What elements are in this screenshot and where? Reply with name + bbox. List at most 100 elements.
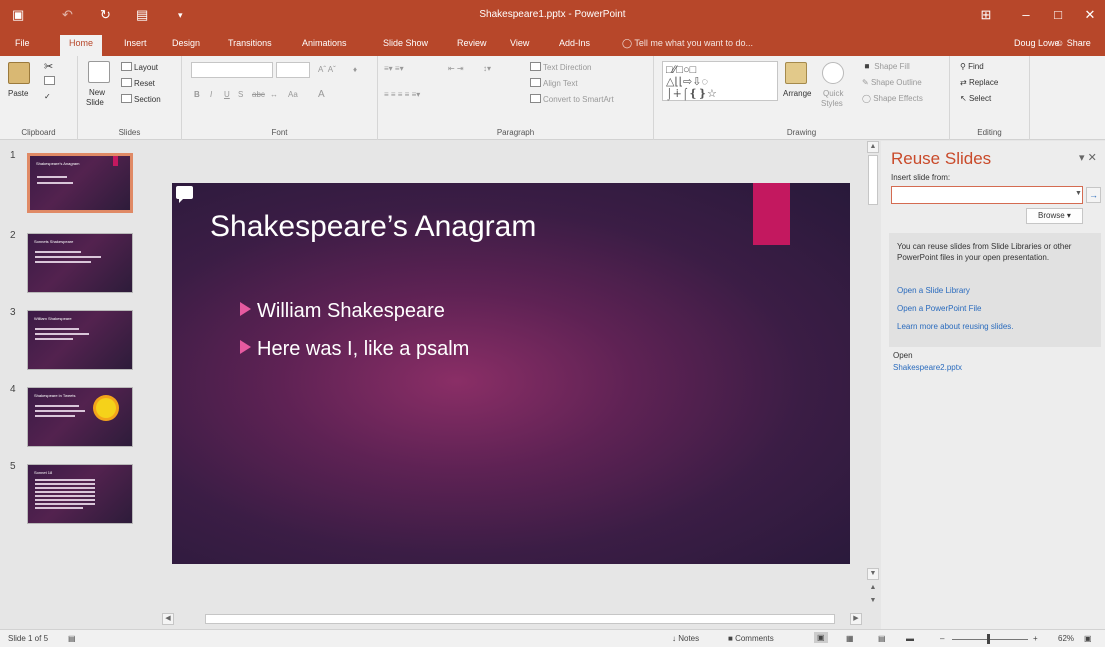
comment-icon[interactable] (176, 186, 193, 203)
strikethrough-button[interactable]: abc (252, 90, 265, 99)
convert-smartart-button[interactable]: Convert to SmartArt (530, 94, 614, 104)
align-left-icon[interactable]: ≡ ≡ ≡ ≡ ≡▾ (384, 90, 420, 99)
vertical-scrollbar[interactable]: ▲ ▼ ▲ ▼ (866, 141, 880, 611)
open-slide-library-link[interactable]: Open a Slide Library (897, 286, 970, 295)
tab-animations[interactable]: Animations (302, 38, 347, 48)
text-direction-button[interactable]: Text Direction (530, 62, 591, 72)
align-text-button[interactable]: Align Text (530, 78, 578, 88)
normal-view-icon[interactable]: ▣ (814, 632, 828, 643)
underline-button[interactable]: U (224, 90, 230, 99)
slide-thumbnail-3[interactable]: William Shakespeare (27, 310, 133, 370)
comments-button[interactable]: ■ Comments (728, 634, 774, 643)
fit-to-window-icon[interactable]: ▣ (1084, 634, 1092, 643)
paste-icon[interactable] (8, 62, 30, 84)
open-file-link[interactable]: Shakespeare2.pptx (893, 363, 962, 372)
shapes-gallery[interactable]: □∕∕□○□ △⌊⌊⇨⇩◌ ⌡∔⌠❴❵☆ (662, 61, 778, 101)
tell-me-search[interactable]: ◯ Tell me what you want to do... (622, 38, 753, 49)
shape-fill-button[interactable]: ◾ Shape Fill (862, 62, 910, 71)
share-button[interactable]: ☺ Share (1055, 38, 1091, 48)
zoom-in-button[interactable]: + (1033, 634, 1038, 643)
tab-review[interactable]: Review (457, 38, 487, 48)
tab-home[interactable]: Home (60, 35, 103, 56)
tab-view[interactable]: View (510, 38, 529, 48)
new-slide-icon[interactable] (88, 61, 110, 83)
font-size-combobox[interactable] (276, 62, 310, 78)
font-name-combobox[interactable] (191, 62, 273, 78)
browse-button[interactable]: Browse ▾ (1026, 208, 1083, 224)
arrange-icon[interactable] (785, 62, 807, 84)
line-spacing-icon[interactable]: ↕▾ (483, 64, 491, 73)
slide-show-icon[interactable]: ▬ (906, 634, 914, 643)
zoom-slider[interactable] (952, 639, 1028, 640)
open-powerpoint-file-link[interactable]: Open a PowerPoint File (897, 304, 982, 313)
format-painter-icon[interactable]: ✓ (44, 92, 51, 101)
font-color-button[interactable]: A (318, 89, 325, 100)
previous-slide-icon[interactable]: ▲ (867, 583, 879, 595)
new-slide-button[interactable]: New (89, 88, 105, 97)
vertical-scroll-thumb[interactable] (868, 155, 878, 205)
close-button[interactable]: ✕ (1072, 0, 1105, 32)
slide-title[interactable]: Shakespeare’s Anagram (210, 210, 536, 244)
new-slide-button-line2[interactable]: Slide (86, 98, 104, 107)
slide-bullet[interactable]: William Shakespeare (240, 300, 445, 323)
horizontal-scroll-thumb[interactable] (205, 614, 835, 624)
go-arrow-button[interactable]: → (1086, 187, 1101, 203)
shadow-button[interactable]: S (238, 90, 243, 99)
scroll-up-icon[interactable]: ▲ (867, 141, 879, 153)
character-spacing-icon[interactable]: ↔ (270, 90, 278, 99)
scroll-down-icon[interactable]: ▼ (867, 568, 879, 580)
grow-font-icon[interactable]: Aˆ Aˇ (318, 65, 336, 74)
arrange-button[interactable]: Arrange (783, 89, 811, 98)
pane-close-button[interactable]: ▾ ✕ (1079, 151, 1097, 164)
paste-button[interactable]: Paste (8, 89, 28, 98)
find-button[interactable]: ⚲ Find (960, 62, 984, 71)
slide-thumbnail-2[interactable]: Sonnets Shakespeare (27, 233, 133, 293)
layout-button[interactable]: Layout (121, 62, 158, 72)
slide-bullet[interactable]: Here was I, like a psalm (240, 338, 469, 361)
notes-button[interactable]: ↓ Notes (672, 634, 699, 643)
tab-design[interactable]: Design (172, 38, 200, 48)
tab-transitions[interactable]: Transitions (228, 38, 272, 48)
reset-button[interactable]: Reset (121, 78, 155, 88)
quick-styles-icon[interactable] (822, 62, 844, 84)
replace-button[interactable]: ⇄ Replace (960, 78, 998, 87)
reading-view-icon[interactable]: ▤ (878, 634, 886, 643)
tab-add-ins[interactable]: Add-Ins (559, 38, 590, 48)
ribbon-display-options-button[interactable]: ⊞ (968, 0, 1004, 32)
shape-effects-button[interactable]: ◯ Shape Effects (862, 94, 923, 103)
slide-thumbnail-4[interactable]: Shakespeare in Tweets (27, 387, 133, 447)
spell-check-icon[interactable]: ▤ (68, 634, 76, 643)
tab-slide-show[interactable]: Slide Show (383, 38, 428, 48)
italic-button[interactable]: I (210, 90, 212, 99)
horizontal-scrollbar[interactable]: ◀ ▶ (160, 612, 864, 626)
cut-icon[interactable]: ✂ (44, 60, 53, 73)
chevron-down-icon[interactable]: ▼ (1075, 190, 1082, 197)
copy-icon[interactable] (44, 76, 57, 86)
bold-button[interactable]: B (194, 90, 200, 99)
scroll-left-icon[interactable]: ◀ (162, 613, 174, 625)
minimize-button[interactable]: – (1008, 0, 1044, 32)
shape-outline-button[interactable]: ✎ Shape Outline (862, 78, 922, 87)
quick-styles-button[interactable]: Quick (823, 89, 843, 98)
clear-formatting-icon[interactable]: ♦ (353, 65, 357, 74)
current-slide[interactable]: Shakespeare’s Anagram William Shakespear… (172, 183, 850, 564)
tab-insert[interactable]: Insert (124, 38, 147, 48)
scroll-right-icon[interactable]: ▶ (850, 613, 862, 625)
user-name[interactable]: Doug Lowe (1014, 38, 1060, 48)
indent-icon[interactable]: ⇤ ⇥ (448, 64, 464, 73)
zoom-level[interactable]: 62% (1058, 634, 1074, 643)
section-button[interactable]: Section (121, 94, 161, 104)
slide-thumbnail-1[interactable]: Shakespeare's Anagram (27, 153, 133, 213)
zoom-slider-knob[interactable] (987, 634, 990, 644)
tab-file[interactable]: File (15, 38, 30, 48)
maximize-button[interactable]: □ (1040, 0, 1076, 32)
bullets-icon[interactable]: ≡▾ ≡▾ (384, 64, 404, 73)
select-button[interactable]: ↖ Select (960, 94, 991, 103)
next-slide-icon[interactable]: ▼ (867, 596, 879, 608)
change-case-button[interactable]: Aa (288, 90, 298, 99)
insert-slide-from-input[interactable]: ▼ (891, 186, 1083, 204)
slide-thumbnail-5[interactable]: Sonnet 18 (27, 464, 133, 524)
learn-more-link[interactable]: Learn more about reusing slides. (897, 322, 1014, 331)
quick-styles-button-line2[interactable]: Styles (821, 99, 843, 108)
zoom-out-button[interactable]: – (940, 634, 944, 643)
